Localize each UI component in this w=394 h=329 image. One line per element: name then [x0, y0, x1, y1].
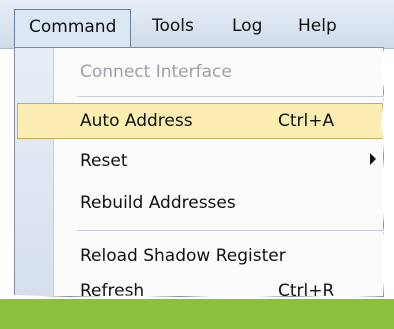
- submenu-arrow-icon: [370, 153, 376, 165]
- menu-tools[interactable]: Tools: [152, 9, 194, 43]
- menu-item-refresh[interactable]: Refresh Ctrl+R: [54, 278, 384, 301]
- command-dropdown-menu: Connect Interface Auto Address Ctrl+A Re…: [14, 47, 384, 297]
- menu-separator: [77, 230, 384, 232]
- menu-item-connect-interface[interactable]: Connect Interface: [54, 54, 384, 90]
- menu-item-shortcut: Ctrl+A: [278, 111, 335, 131]
- menu-item-shortcut: Ctrl+R: [278, 281, 335, 301]
- menu-item-label: Rebuild Addresses: [80, 193, 236, 213]
- menu-item-label: Auto Address: [80, 111, 193, 131]
- menu-command[interactable]: Command: [14, 9, 132, 48]
- menu-help[interactable]: Help: [298, 9, 337, 43]
- menu-tools-label: Tools: [152, 16, 194, 36]
- menu-item-reset[interactable]: Reset: [54, 143, 384, 179]
- menu-command-label: Command: [29, 17, 117, 37]
- menu-item-reload-shadow-register[interactable]: Reload Shadow Register: [54, 238, 384, 274]
- menu-log[interactable]: Log: [232, 9, 262, 43]
- menu-item-auto-address[interactable]: Auto Address Ctrl+A: [17, 103, 383, 139]
- menu-item-label: Reload Shadow Register: [80, 246, 286, 266]
- menu-separator: [77, 96, 384, 98]
- background-strip: [0, 299, 394, 329]
- menu-item-label: Connect Interface: [80, 62, 232, 82]
- menu-bar: Command Tools Log Help: [0, 0, 394, 49]
- menu-item-label: Reset: [80, 151, 128, 171]
- menu-icon-strip: [15, 48, 54, 296]
- menu-item-label: Refresh: [80, 281, 145, 301]
- menu-log-label: Log: [232, 16, 263, 36]
- menu-item-rebuild-addresses[interactable]: Rebuild Addresses: [54, 185, 384, 221]
- menu-help-label: Help: [298, 16, 337, 36]
